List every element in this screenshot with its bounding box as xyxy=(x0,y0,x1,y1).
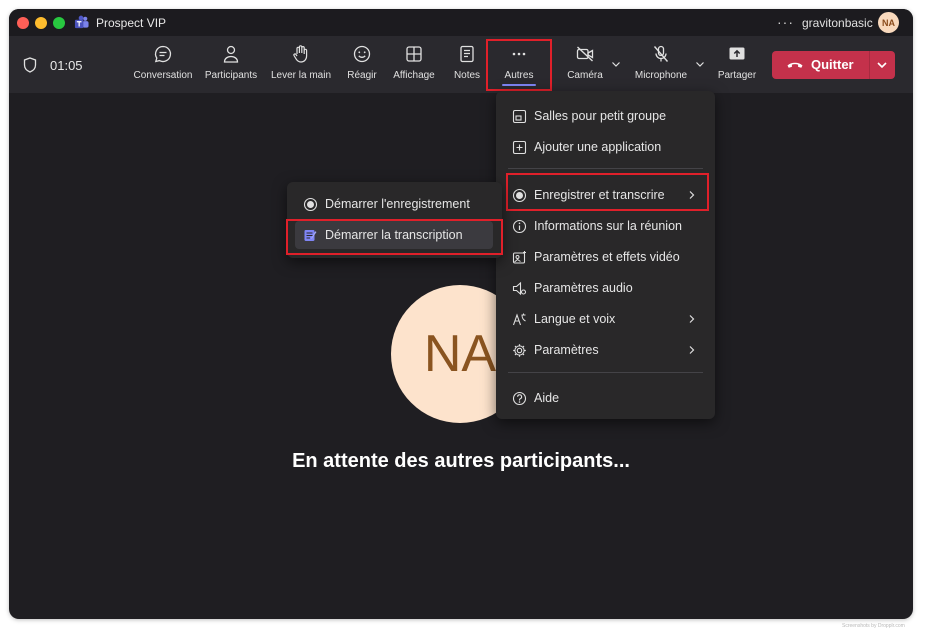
start-recording-item[interactable]: Démarrer l'enregistrement xyxy=(287,190,502,218)
menu-item-meeting-info[interactable]: Informations sur la réunion xyxy=(496,213,715,239)
menu-item-label: Salles pour petit groupe xyxy=(534,109,667,123)
react-label: Réagir xyxy=(347,70,377,81)
people-icon xyxy=(223,45,239,63)
language-icon xyxy=(512,312,526,325)
close-window-button[interactable] xyxy=(17,17,29,29)
waiting-message: En attente des autres participants... xyxy=(292,450,630,472)
participants-label: Participants xyxy=(204,70,258,81)
teams-meeting-window: Prospect VIP ··· gravitonbasic NA 01:05 … xyxy=(9,9,913,619)
user-avatar[interactable]: NA xyxy=(878,12,899,33)
leave-button[interactable]: Quitter xyxy=(772,51,895,79)
menu-item-audio-settings[interactable]: Paramètres audio xyxy=(496,275,715,301)
menu-item-help[interactable]: Aide xyxy=(496,385,715,411)
gear-icon xyxy=(513,343,526,357)
view-label: Affichage xyxy=(393,70,435,81)
meeting-toolbar: 01:05 Conversation Participants Lever la… xyxy=(9,36,913,93)
share-screen-icon xyxy=(729,47,745,60)
menu-item-label: Aide xyxy=(534,391,560,405)
add-app-icon xyxy=(512,140,527,154)
microphone-button[interactable]: Microphone xyxy=(629,40,693,90)
camera-options-chevron-icon[interactable] xyxy=(611,59,621,69)
leave-label: Quitter xyxy=(811,57,854,72)
start-transcription-highlight xyxy=(286,219,503,255)
menu-item-label: Langue et voix xyxy=(534,312,616,326)
camera-button[interactable]: Caméra xyxy=(560,40,610,90)
more-actions-highlight xyxy=(486,39,552,91)
speaker-settings-icon xyxy=(512,281,527,295)
react-button[interactable]: Réagir xyxy=(343,40,381,90)
more-actions-menu: Salles pour petit groupe Ajouter une app… xyxy=(496,91,715,419)
conversation-label: Conversation xyxy=(133,70,193,81)
microphone-off-icon xyxy=(653,45,669,62)
video-effects-icon xyxy=(512,250,526,264)
record-transcribe-highlight xyxy=(506,173,709,211)
menu-item-settings[interactable]: Paramètres xyxy=(496,337,715,363)
menu-item-breakout-rooms[interactable]: Salles pour petit groupe xyxy=(496,103,715,129)
menu-divider xyxy=(508,168,703,169)
emoji-icon xyxy=(353,45,371,63)
info-icon xyxy=(512,219,527,233)
leave-divider xyxy=(869,51,870,79)
hang-up-icon xyxy=(787,62,803,68)
microphone-label: Microphone xyxy=(634,70,688,81)
share-button[interactable]: Partager xyxy=(713,40,761,90)
menu-item-label: Informations sur la réunion xyxy=(534,219,682,233)
leave-options-chevron-icon[interactable] xyxy=(876,60,888,70)
breakout-rooms-icon xyxy=(512,109,527,123)
share-label: Partager xyxy=(717,70,757,81)
menu-divider xyxy=(508,372,703,373)
more-options-icon[interactable]: ··· xyxy=(777,14,794,30)
camera-label: Caméra xyxy=(567,70,603,81)
hand-icon xyxy=(293,45,308,63)
camera-off-icon xyxy=(576,46,594,62)
view-button[interactable]: Affichage xyxy=(388,40,440,90)
help-icon xyxy=(512,391,527,405)
menu-item-language-voice[interactable]: Langue et voix xyxy=(496,306,715,332)
watermark: Screenshots by Dropplr.com xyxy=(842,623,905,629)
notes-button[interactable]: Notes xyxy=(446,40,488,90)
menu-item-label: Paramètres xyxy=(534,343,599,357)
menu-item-label: Ajouter une application xyxy=(534,140,662,154)
title-bar: Prospect VIP ··· gravitonbasic NA xyxy=(9,9,913,36)
chat-icon xyxy=(154,45,172,63)
minimize-window-button[interactable] xyxy=(35,17,47,29)
grid-view-icon xyxy=(406,46,422,62)
raise-hand-button[interactable]: Lever la main xyxy=(266,40,336,90)
account-name[interactable]: gravitonbasic xyxy=(802,16,873,30)
menu-item-label: Paramètres audio xyxy=(534,281,633,295)
menu-item-add-app[interactable]: Ajouter une application xyxy=(496,134,715,160)
participants-button[interactable]: Participants xyxy=(199,40,263,90)
menu-item-video-settings[interactable]: Paramètres et effets vidéo xyxy=(496,244,715,270)
conversation-button[interactable]: Conversation xyxy=(130,40,196,90)
maximize-window-button[interactable] xyxy=(53,17,65,29)
record-icon xyxy=(303,197,318,212)
microphone-options-chevron-icon[interactable] xyxy=(695,59,705,69)
meeting-timer: 01:05 xyxy=(50,58,83,73)
window-title: Prospect VIP xyxy=(96,16,167,30)
raise-hand-label: Lever la main xyxy=(270,70,332,81)
teams-logo-icon xyxy=(74,15,89,29)
notes-label: Notes xyxy=(453,70,481,81)
chevron-right-icon xyxy=(689,346,695,354)
shield-icon xyxy=(23,57,37,73)
start-recording-label: Démarrer l'enregistrement xyxy=(325,197,470,211)
chevron-right-icon xyxy=(689,315,695,323)
menu-item-label: Paramètres et effets vidéo xyxy=(534,250,680,264)
notes-icon xyxy=(460,45,474,63)
